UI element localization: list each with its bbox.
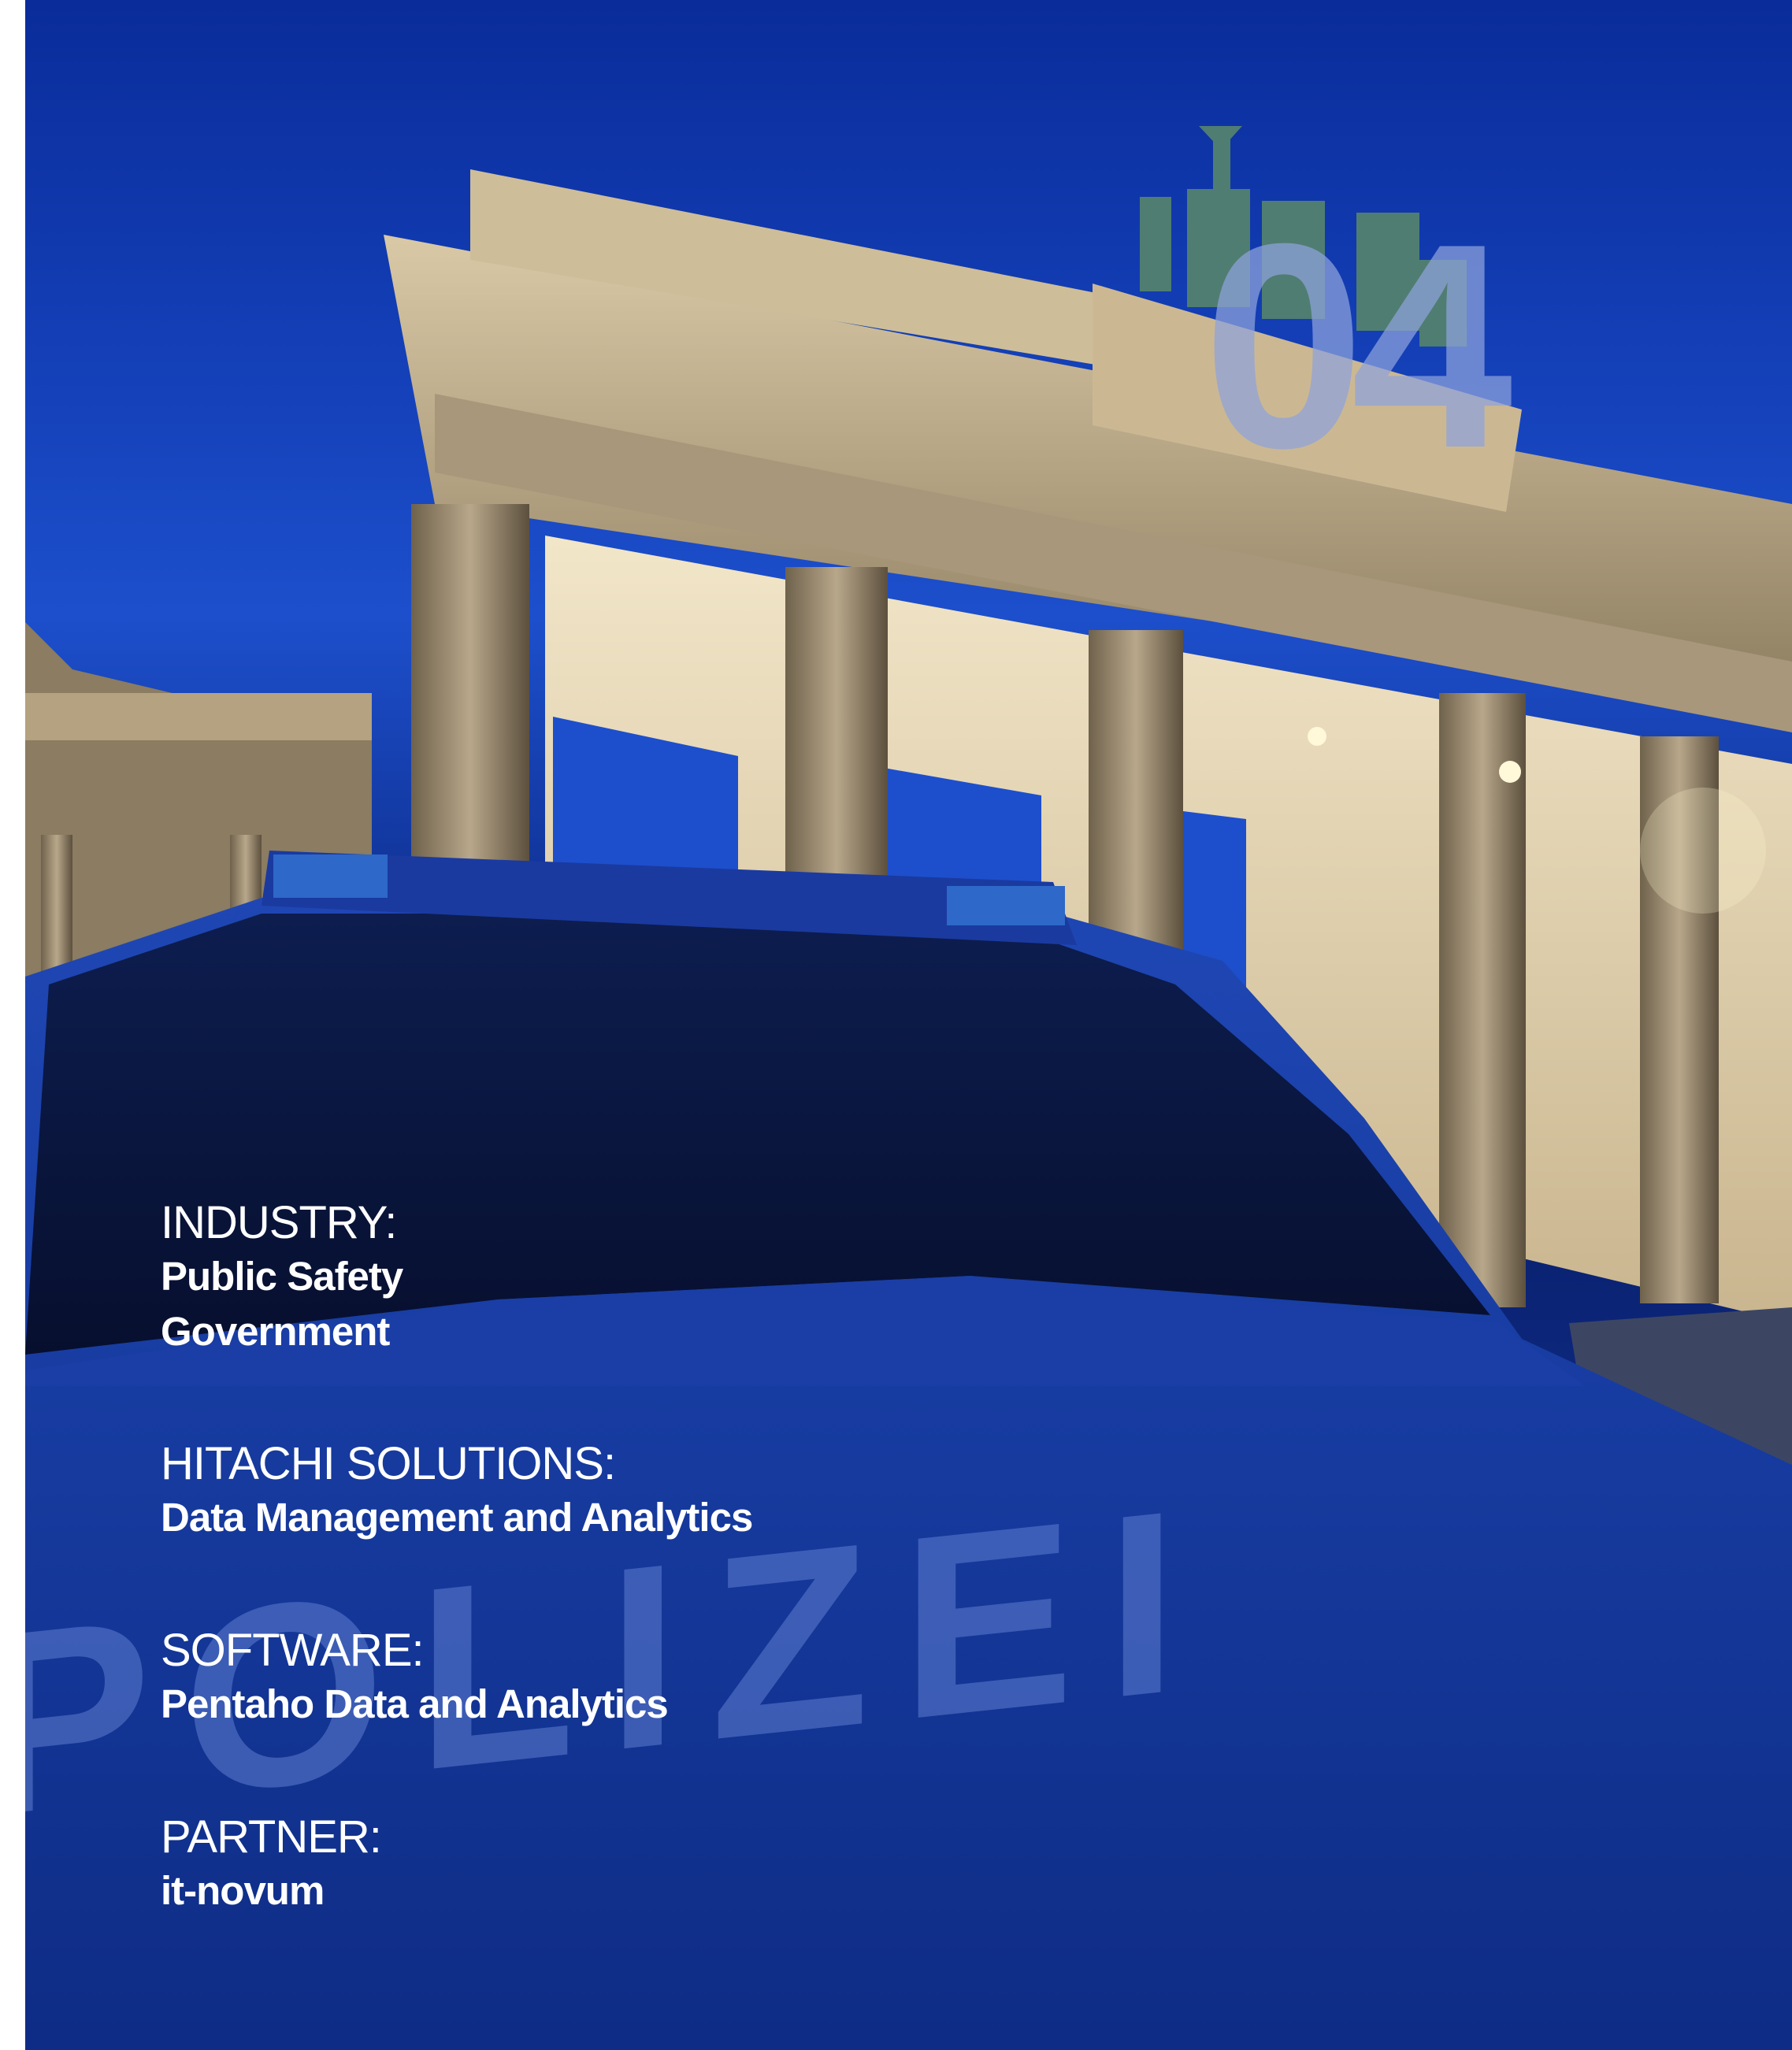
hitachi-solutions-value: Data Management and Analytics: [161, 1495, 753, 1540]
partner-block: PARTNER: it-novum: [161, 1811, 382, 1918]
hitachi-solutions-block: HITACHI SOLUTIONS: Data Management and A…: [161, 1438, 753, 1545]
cover-page: POLIZEI 04 INDUSTRY: Public Safety Gover…: [25, 0, 1792, 2050]
industry-value: Public Safety: [161, 1254, 403, 1299]
software-value: Pentaho Data and Analytics: [161, 1681, 669, 1726]
industry-value: Government: [161, 1309, 390, 1354]
software-label: SOFTWARE:: [161, 1625, 425, 1676]
brandenburg-gate-police-car-photo: POLIZEI: [25, 126, 1792, 2050]
partner-value: it-novum: [161, 1868, 325, 1913]
industry-label: INDUSTRY:: [161, 1197, 397, 1248]
page-number: 04: [1203, 183, 1513, 509]
software-block: SOFTWARE: Pentaho Data and Analytics: [161, 1625, 669, 1732]
industry-block: INDUSTRY: Public Safety Government: [161, 1197, 403, 1359]
partner-label: PARTNER:: [161, 1811, 382, 1863]
hitachi-solutions-label: HITACHI SOLUTIONS:: [161, 1438, 616, 1489]
